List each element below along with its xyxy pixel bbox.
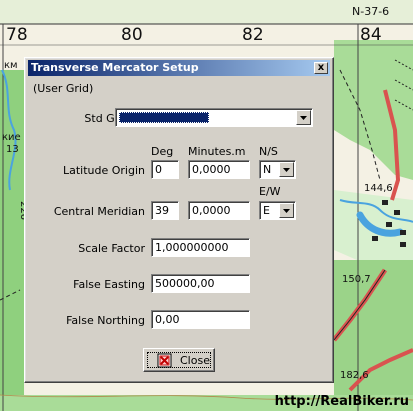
map-label-13: 13 <box>6 144 19 155</box>
std-grids-select[interactable] <box>115 108 313 127</box>
transverse-mercator-dialog: Transverse Mercator Setup x (User Grid) … <box>24 57 334 383</box>
minutes-column-header: Minutes.m <box>188 145 246 158</box>
close-button[interactable]: Close <box>143 348 215 372</box>
dialog-title: Transverse Mercator Setup <box>31 61 199 74</box>
false-easting-field[interactable]: 500000,00 <box>151 274 250 293</box>
map-label-elevation-1507: 150,7 <box>342 274 371 285</box>
user-grid-label: (User Grid) <box>33 82 94 95</box>
latitude-minutes-field[interactable]: 0,0000 <box>188 160 250 179</box>
close-door-icon <box>157 353 172 368</box>
chevron-down-icon[interactable] <box>296 110 311 125</box>
map-grid-number-82: 82 <box>242 25 264 45</box>
map-grid-number-84: 84 <box>360 25 382 45</box>
map-label-elevation-1826: 182,6 <box>340 370 369 381</box>
meridian-hemisphere-select[interactable]: E <box>259 201 296 220</box>
map-sheet-label: N-37-6 <box>352 5 390 18</box>
ew-column-header: E/W <box>259 185 281 198</box>
meridian-degrees-field[interactable]: 39 <box>151 201 179 220</box>
close-icon[interactable]: x <box>314 62 328 74</box>
degrees-column-header: Deg <box>151 145 174 158</box>
scale-factor-field[interactable]: 1,000000000 <box>151 238 250 257</box>
title-bar[interactable]: Transverse Mercator Setup x <box>28 60 330 76</box>
false-easting-label: False Easting <box>73 278 145 291</box>
latitude-degrees-field[interactable]: 0 <box>151 160 179 179</box>
latitude-hemisphere-select[interactable]: N <box>259 160 296 179</box>
ns-column-header: N/S <box>259 145 278 158</box>
chevron-down-icon[interactable] <box>279 203 294 218</box>
close-button-label: Close <box>180 354 210 367</box>
watermark-url: http://RealBiker.ru <box>274 394 409 409</box>
false-northing-label: False Northing <box>66 314 145 327</box>
false-northing-field[interactable]: 0,00 <box>151 310 250 329</box>
meridian-minutes-field[interactable]: 0,0000 <box>188 201 250 220</box>
latitude-origin-label: Latitude Origin <box>62 164 145 177</box>
scale-factor-label: Scale Factor <box>78 242 145 255</box>
map-grid-number-80: 80 <box>121 25 143 45</box>
chevron-down-icon[interactable] <box>279 162 294 177</box>
map-label-kie: кие <box>2 132 21 143</box>
map-label-elevation-1446: 144,6 <box>364 183 393 194</box>
map-grid-number-78: 78 <box>6 25 28 45</box>
map-label-km: км <box>4 60 18 71</box>
std-grids-selection <box>119 112 209 123</box>
central-meridian-label: Central Meridian <box>53 205 145 218</box>
